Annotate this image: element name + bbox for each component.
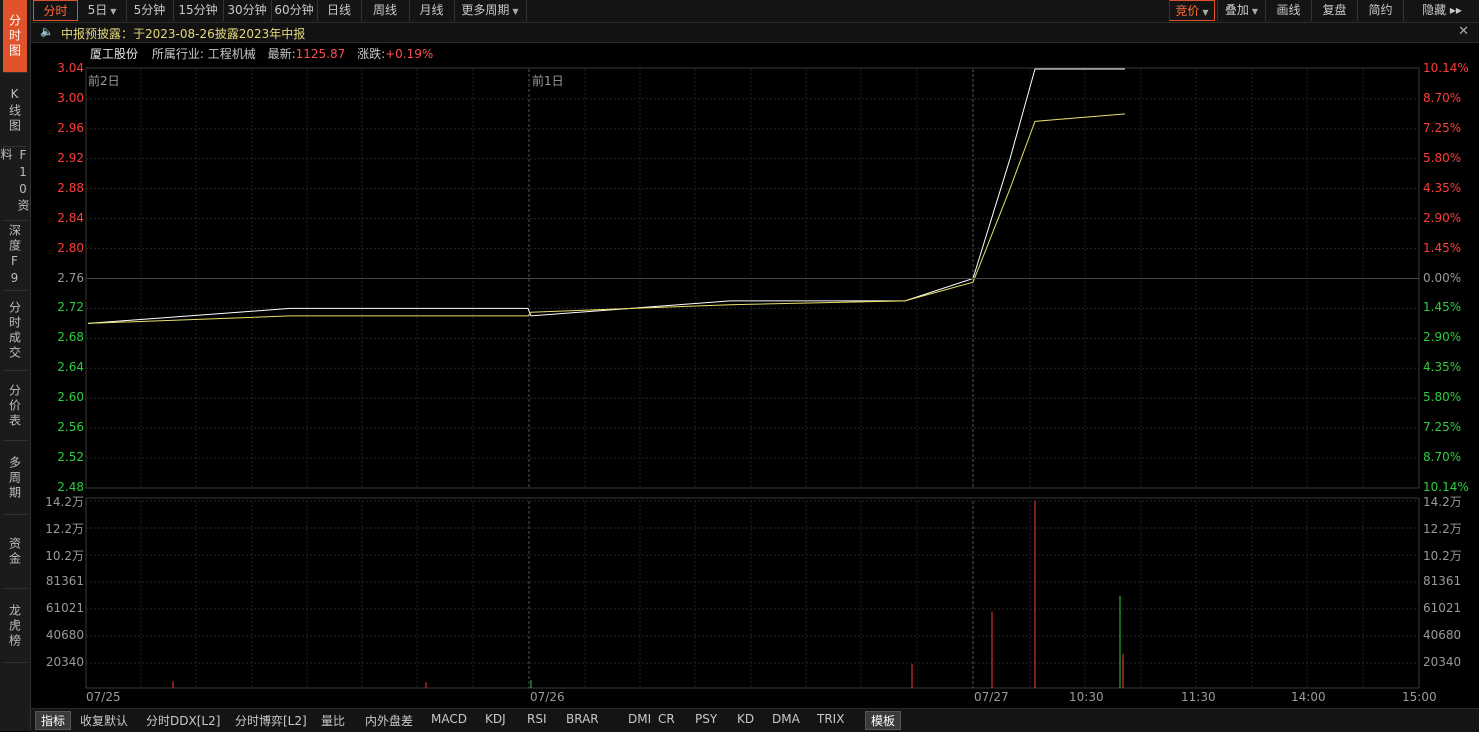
indicator-item[interactable]: DMI xyxy=(628,712,651,726)
indicator-item[interactable]: CR xyxy=(658,712,675,726)
indicator-item[interactable]: 内外盘差 xyxy=(365,712,413,729)
volume-tick-label: 14.2万 xyxy=(1423,495,1462,509)
price-tick-label: 2.64 xyxy=(57,360,84,375)
volume-tick-label: 40680 xyxy=(1423,628,1462,642)
volume-tick-label: 61021 xyxy=(1423,601,1462,615)
volume-tick-label: 10.2万 xyxy=(1423,549,1462,563)
price-tick-label: 2.80 xyxy=(57,240,84,255)
price-tick-label: 2.60 xyxy=(57,390,84,405)
price-tick-label: 2.56 xyxy=(57,420,84,435)
volume-tick-label: 81361 xyxy=(45,574,84,588)
pct-tick-label: 7.25% xyxy=(1423,420,1462,435)
indicator-item[interactable]: PSY xyxy=(695,712,717,726)
volume-tick-label: 14.2万 xyxy=(45,495,84,509)
indicator-item[interactable]: BRAR xyxy=(566,712,599,726)
volume-tick-label: 20340 xyxy=(1423,655,1462,669)
pct-tick-label: 1.45% xyxy=(1423,300,1462,315)
price-tick-label: 3.04 xyxy=(57,61,84,75)
pct-tick-label: 2.90% xyxy=(1423,210,1462,225)
time-tick-label: 14:00 xyxy=(1291,690,1326,704)
indicator-item[interactable]: KD xyxy=(737,712,754,726)
indicator-item[interactable]: 模板 xyxy=(865,711,902,730)
price-tick-label: 2.92 xyxy=(57,150,84,165)
price-tick-label: 2.52 xyxy=(57,450,84,465)
price-tick-label: 2.68 xyxy=(57,330,84,345)
volume-tick-label: 12.2万 xyxy=(1423,522,1462,536)
volume-tick-label: 81361 xyxy=(1423,574,1462,588)
time-tick-label: 11:30 xyxy=(1181,690,1216,704)
pct-tick-label: 2.90% xyxy=(1423,330,1462,345)
indicator-item[interactable]: 分时DDX[L2] xyxy=(146,712,220,729)
time-tick-label: 07/27 xyxy=(974,690,1009,704)
price-tick-label: 2.88 xyxy=(57,180,84,195)
day-label: 前1日 xyxy=(532,74,564,88)
pct-tick-label: 4.35% xyxy=(1423,180,1462,195)
indicator-item[interactable]: DMA xyxy=(772,712,800,726)
indicator-item[interactable]: 指标 xyxy=(35,711,72,730)
time-tick-label: 15:00 xyxy=(1402,690,1437,704)
price-tick-label: 2.72 xyxy=(57,300,84,315)
pct-tick-label: 8.70% xyxy=(1423,90,1462,105)
price-tick-label: 2.96 xyxy=(57,120,84,135)
indicator-bar: 指标 收复默认 分时DDX[L2] 分时博弈[L2] 量比 内外盘差 MACD KDJ RSI B… xyxy=(31,708,1479,732)
time-tick-label: 07/25 xyxy=(86,690,121,704)
price-line xyxy=(87,68,1125,324)
pct-tick-label: 1.45% xyxy=(1423,240,1462,255)
day-label: 前2日 xyxy=(88,74,120,88)
indicator-item[interactable]: 收复默认 xyxy=(80,712,128,729)
indicator-item[interactable]: KDJ xyxy=(485,712,506,726)
volume-tick-label: 40680 xyxy=(45,628,84,642)
price-tick-label: 3.00 xyxy=(57,90,84,105)
intraday-chart[interactable] xyxy=(0,0,1479,731)
price-tick-label: 2.84 xyxy=(57,210,84,225)
volume-panel-frame xyxy=(85,497,1420,689)
pct-tick-label: 4.35% xyxy=(1423,360,1462,375)
indicator-item[interactable]: 分时博弈[L2] xyxy=(235,712,307,729)
pct-tick-label: 0.00% xyxy=(1423,270,1462,285)
price-tick-label: 2.76 xyxy=(57,270,84,285)
pct-tick-label: 5.80% xyxy=(1423,390,1462,405)
pct-tick-label: 10.14% xyxy=(1423,480,1469,494)
pct-tick-label: 10.14% xyxy=(1423,61,1469,75)
indicator-item[interactable]: MACD xyxy=(431,712,467,726)
volume-tick-label: 20340 xyxy=(45,655,84,669)
pct-tick-label: 5.80% xyxy=(1423,150,1462,165)
volume-tick-label: 12.2万 xyxy=(45,522,84,536)
price-tick-label: 2.48 xyxy=(57,480,84,494)
indicator-item[interactable]: RSI xyxy=(527,712,547,726)
indicator-item[interactable]: 量比 xyxy=(321,712,345,729)
pct-tick-label: 7.25% xyxy=(1423,120,1462,135)
volume-tick-label: 61021 xyxy=(45,601,84,615)
time-tick-label: 07/26 xyxy=(530,690,565,704)
time-tick-label: 10:30 xyxy=(1069,690,1104,704)
volume-tick-label: 10.2万 xyxy=(45,549,84,563)
pct-tick-label: 8.70% xyxy=(1423,450,1462,465)
indicator-item[interactable]: TRIX xyxy=(817,712,844,726)
